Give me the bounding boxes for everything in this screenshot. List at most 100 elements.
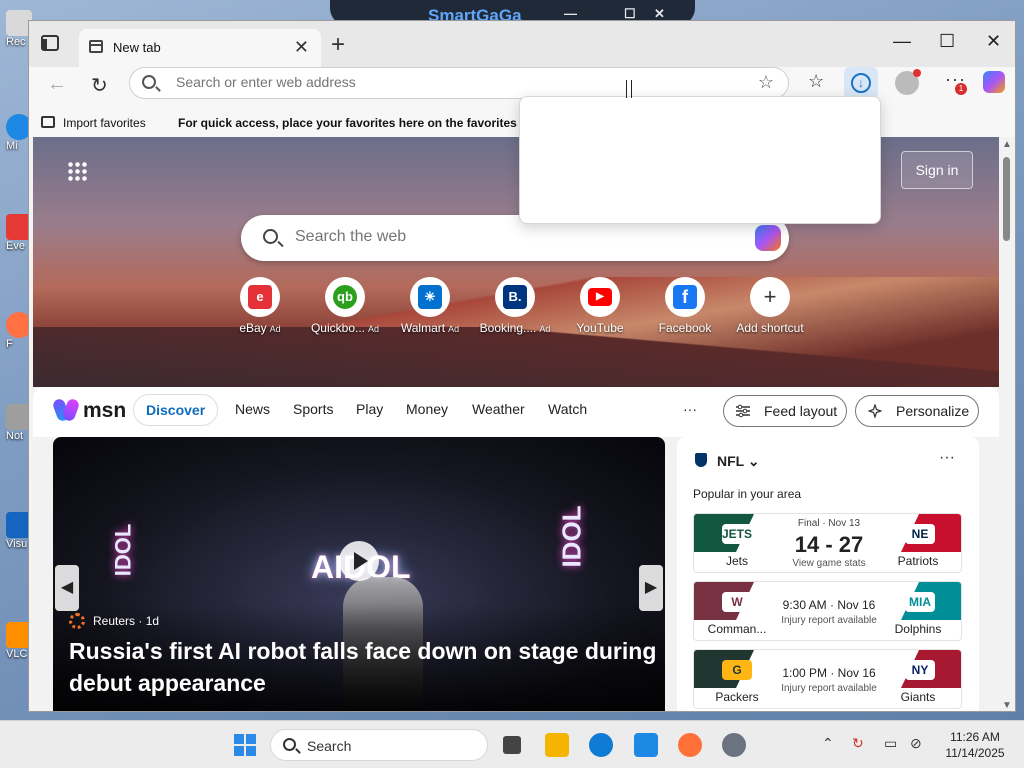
shortcut-add[interactable]: + Add shortcut [728,277,812,335]
away-team: Dolphins [894,622,942,636]
bg-minimize-icon[interactable]: — [564,6,577,21]
downloads-flyout[interactable] [519,96,881,224]
tab-discover[interactable]: Discover [133,394,219,426]
ad-badge: Ad [539,324,551,334]
sliders-icon [736,404,750,418]
scrollbar-thumb[interactable] [1003,157,1010,241]
story-headline[interactable]: Russia's first AI robot falls face down … [69,635,659,699]
shortcut-youtube[interactable]: ▶ YouTube [558,277,642,335]
shortcut-circle: ✳ [410,277,450,317]
tab-watch[interactable]: Watch [548,401,587,417]
shortcut-label: Quickbo... Ad [303,321,387,335]
shortcut-label-text: eBay [239,321,267,335]
chevron-down-icon: ⌄ [747,453,760,469]
favorites-icon[interactable]: ☆ [808,71,824,92]
game-row[interactable]: JETS NE Final · Nov 13 14 - 27 View game… [693,513,962,573]
stage-sign-left: IDOL [110,523,136,577]
desktop-icon-label: Mi [6,140,18,152]
taskbar-search-label: Search [307,738,352,754]
copilot-search-icon[interactable] [755,225,781,251]
msn-logo-icon[interactable] [55,399,79,421]
start-button[interactable] [234,734,256,756]
task-view-icon[interactable] [503,736,521,754]
download-icon: ↓ [851,73,871,93]
sign-in-button[interactable]: Sign in [901,151,973,189]
close-window-button[interactable]: ✕ [986,31,1001,52]
stage-sign-right: IDOL [556,505,587,568]
previous-story-button[interactable]: ◀ [55,565,79,611]
settings-taskbar-icon[interactable] [722,733,746,757]
tab-weather[interactable]: Weather [472,401,525,417]
shortcut-quickbooks[interactable]: qb Quickbo... Ad [303,277,387,335]
feed-layout-button[interactable]: Feed layout [723,395,847,427]
personalize-button[interactable]: Personalize [855,395,979,427]
youtube-icon: ▶ [588,288,612,306]
system-clock[interactable]: 11:26 AM 11/14/2025 [938,729,1012,761]
nfl-shield-icon [695,453,707,467]
scroll-down-icon[interactable]: ▼ [1002,700,1012,711]
feed-more-button[interactable]: ··· [683,401,697,417]
show-hidden-icons-chevron-icon[interactable]: ⌃ [822,735,834,752]
desktop-icon-firefox[interactable]: F [0,312,32,350]
address-input[interactable] [176,74,736,90]
shortcut-ebay[interactable]: e eBay Ad [218,277,302,335]
minimize-button[interactable]: — [893,31,911,52]
desktop-icon-label: VLC [6,648,28,660]
add-favorite-star-icon[interactable]: ☆ [758,72,774,93]
firefox-taskbar-icon[interactable] [678,733,702,757]
away-team: Giants [900,690,936,704]
tab-new-tab[interactable]: New tab ✕ [79,29,321,67]
shortcut-booking[interactable]: B. Booking.... Ad [473,277,557,335]
shortcut-circle: + [750,277,790,317]
league-selector[interactable]: NFL ⌄ [717,453,760,470]
new-tab-button[interactable]: + [331,31,345,59]
address-bar[interactable]: ☆ [129,67,789,99]
play-video-icon[interactable] [339,541,379,581]
next-story-button[interactable]: ▶ [639,565,663,611]
desktop-icon-everything[interactable]: Eve [0,214,32,252]
page-scrollbar[interactable]: ▲ ▼ [999,137,1015,711]
sync-icon[interactable]: ↻ [852,735,864,752]
tab-play[interactable]: Play [356,401,383,417]
tab-news[interactable]: News [235,401,270,417]
game-row[interactable]: W MIA 9:30 AM · Nov 16 Injury report ava… [693,581,962,641]
shortcut-walmart[interactable]: ✳ Walmart Ad [388,277,472,335]
desktop-icon-notepad[interactable]: Not [0,404,32,442]
top-story-card[interactable]: IDOL IDOL AIDOL ◀ ▶ Reuters · 1d Russia'… [53,437,665,711]
home-team: Comman... [707,622,767,636]
shortcut-circle: f [665,277,705,317]
web-search-input[interactable] [295,228,695,246]
downloads-button[interactable]: ↓ [844,67,878,99]
display-icon[interactable]: ▭ [884,735,897,752]
tab-close-icon[interactable]: ✕ [294,37,309,58]
edge-taskbar-icon[interactable] [589,733,613,757]
desktop-icon-edge[interactable]: Mi [0,114,32,152]
nfl-more-button[interactable]: ··· [939,449,955,467]
maximize-button[interactable]: ☐ [939,31,955,52]
scroll-up-icon[interactable]: ▲ [1002,139,1012,150]
profile-avatar[interactable] [895,69,921,95]
app-launcher-icon[interactable] [67,161,87,181]
file-explorer-icon[interactable] [545,733,569,757]
back-button[interactable]: ← [47,73,67,96]
refresh-button[interactable]: ↻ [91,73,108,98]
desktop-icon-visual-studio[interactable]: Visu [0,512,32,550]
import-favorites-button[interactable]: Import favorites [63,116,146,130]
copilot-icon[interactable] [983,71,1005,93]
commanders-logo-icon: W [722,592,752,612]
tab-actions-icon[interactable] [41,35,59,51]
desktop-icon-vlc[interactable]: VLC [0,622,32,660]
tab-money[interactable]: Money [406,401,448,417]
story-source: Reuters · 1d [93,614,160,628]
smartgaga-taskbar-icon[interactable] [634,733,658,757]
ad-badge: Ad [448,324,460,334]
msn-brand[interactable]: msn [83,399,126,423]
tab-sports[interactable]: Sports [293,401,333,417]
network-icon[interactable]: ⊘ [910,735,922,752]
taskbar-search[interactable]: Search [270,729,488,761]
desktop-icon-recycle-bin[interactable]: Rec [0,10,32,48]
quickbooks-icon: qb [333,285,357,309]
shortcut-facebook[interactable]: f Facebook [643,277,727,335]
search-icon [263,229,278,244]
game-row[interactable]: G NY 1:00 PM · Nov 16 Injury report avai… [693,649,962,709]
